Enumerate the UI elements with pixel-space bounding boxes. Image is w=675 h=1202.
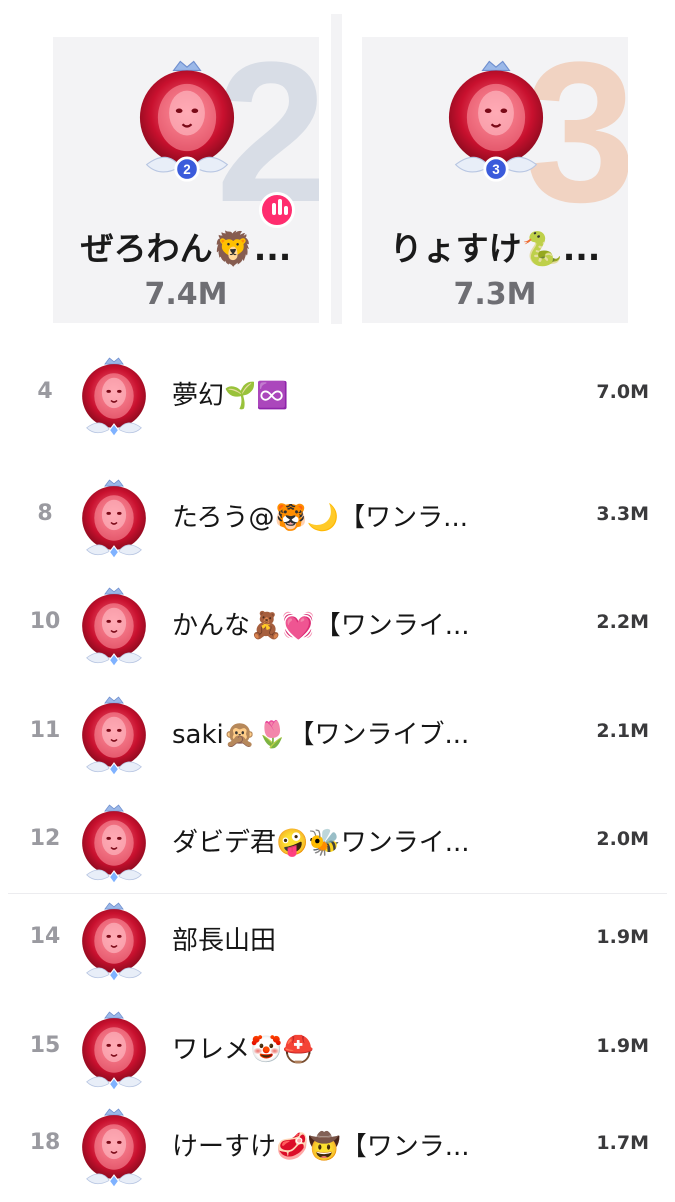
lion-avatar-icon: 2 [139,60,235,182]
ranking-row[interactable]: 8 たろう@🐯🌙【ワンラ... 3.3M [0,465,675,573]
user-name: ワレメ🤡⛑️ [172,1035,315,1065]
user-name: たろう@🐯🌙【ワンラ... [172,503,468,533]
svg-text:2: 2 [183,162,190,177]
ranking-row[interactable]: 11 saki🙊🌷【ワンライブ... 2.1M [0,682,675,790]
lion-avatar-icon [82,902,146,983]
ranking-row[interactable]: 12 ダビデ君🤪🐝ワンライ... 2.0M [0,790,675,898]
user-name: 夢幻🌱♾️ [172,381,289,411]
rank-number: 4 [37,379,53,404]
user-name: 部長山田 [172,926,277,956]
ranking-row[interactable]: 10 かんな🧸💓【ワンライ... 2.2M [0,573,675,681]
rank-number: 14 [29,924,61,949]
user-name: ダビデ君🤪🐝ワンライ... [172,828,470,858]
lion-avatar-icon [82,1011,146,1092]
user-score: 3.3M [596,503,649,525]
ranking-row[interactable]: 14 部長山田 1.9M [0,888,675,996]
user-name: けーすけ🥩🤠【ワンラ... [172,1132,470,1162]
lion-avatar-icon [82,804,146,885]
rank-number: 11 [29,718,61,743]
podium-top3: 2 2 ぜろわん🦁... 7.4M 3 3 りょすけ🐍... 7.3M [0,0,675,340]
podium-card-3rd[interactable]: 3 3 りょすけ🐍... 7.3M [362,37,628,323]
podium-score: 7.3M [453,277,537,312]
avatar[interactable] [76,1106,152,1194]
lion-avatar-icon [82,1108,146,1189]
avatar[interactable] [76,477,152,565]
podium-name: りょすけ🐍... [389,229,601,268]
avatar[interactable] [76,694,152,782]
rank-number: 10 [29,609,61,634]
lion-avatar-icon [82,696,146,777]
avatar[interactable]: 2 [129,57,245,187]
user-score: 2.0M [596,828,649,850]
user-score: 1.7M [596,1132,649,1154]
ranking-row[interactable]: 18 けーすけ🥩🤠【ワンラ... 1.7M [0,1094,675,1202]
avatar[interactable] [76,355,152,443]
podium-divider [331,14,342,324]
avatar[interactable] [76,802,152,890]
svg-text:3: 3 [492,162,499,177]
lion-avatar-icon: 3 [448,60,544,182]
avatar[interactable] [76,1009,152,1097]
podium-card-2nd[interactable]: 2 2 ぜろわん🦁... 7.4M [53,37,319,323]
user-score: 2.2M [596,611,649,633]
user-score: 7.0M [596,381,649,403]
user-name: かんな🧸💓【ワンライ... [172,611,470,641]
avatar[interactable] [76,585,152,673]
ranking-row[interactable]: 4 夢幻🌱♾️ 7.0M [0,343,675,451]
lion-avatar-icon [82,587,146,668]
rank-number: 12 [29,826,61,851]
lion-avatar-icon [82,479,146,560]
lion-avatar-icon [82,357,146,438]
rank-number: 8 [37,501,53,526]
avatar[interactable]: 3 [438,57,554,187]
avatar[interactable] [76,900,152,988]
user-name: saki🙊🌷【ワンライブ... [172,720,470,750]
rank-number: 18 [29,1130,61,1155]
rank-number: 15 [29,1033,61,1058]
user-score: 1.9M [596,1035,649,1057]
ranking-row[interactable]: 15 ワレメ🤡⛑️ 1.9M [0,997,675,1105]
podium-score: 7.4M [144,277,228,312]
user-score: 1.9M [596,926,649,948]
user-score: 2.1M [596,720,649,742]
podium-name: ぜろわん🦁... [80,229,292,268]
